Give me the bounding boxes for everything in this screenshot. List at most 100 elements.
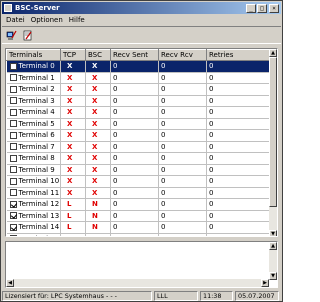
bsc-status: N [92, 223, 98, 232]
tcp-status: X [67, 165, 73, 174]
menu-datei[interactable]: Datei [6, 16, 25, 24]
bsc-status-cell: X [85, 60, 111, 73]
maximize-button[interactable]: □ [257, 3, 267, 13]
col-tcp[interactable]: TCP [60, 49, 86, 61]
grid-vertical-scrollbar[interactable]: ▲ ▼ [269, 49, 277, 236]
table-row[interactable]: Terminal 11 X X 0 0 0 [6, 187, 271, 199]
table-row[interactable]: Terminal 9XX000 [6, 164, 271, 176]
bsc-status: X [92, 177, 98, 186]
bsc-status: N [92, 200, 98, 209]
table-row[interactable]: Terminal 15LN000 [6, 233, 271, 236]
log-vertical-scrollbar[interactable]: ▲ ▼ [269, 242, 277, 280]
recv-rcv-value: 0 [158, 175, 207, 188]
menu-bar: Datei Optionen Hilfe [2, 15, 281, 25]
terminal-name: Terminal 4 [18, 108, 55, 117]
recv-sent-value: 0 [110, 95, 159, 107]
recv-sent-value: 0 [110, 221, 159, 234]
scroll-up-button[interactable]: ▲ [269, 49, 277, 57]
table-row[interactable]: Terminal 0XX000 [6, 60, 271, 73]
terminal-checkbox[interactable] [9, 177, 17, 185]
recv-rcv-value: 0 [158, 187, 207, 199]
terminal-checkbox[interactable] [9, 223, 17, 231]
tcp-status: L [67, 211, 72, 220]
bsc-status: X [92, 73, 98, 82]
terminal-cell: Terminal 0 [6, 60, 61, 73]
terminal-checkbox[interactable] [9, 131, 17, 139]
bsc-status-cell: X [85, 164, 111, 176]
terminal-cell: Terminal 9 [6, 164, 61, 176]
scroll-down-button[interactable]: ▼ [269, 230, 277, 236]
retries-value: 0 [206, 210, 271, 222]
col-terminals[interactable]: Terminals [6, 49, 61, 61]
table-row[interactable]: Terminal 4XX000 [6, 106, 271, 119]
tcp-status: X [67, 142, 73, 151]
terminal-checkbox[interactable] [9, 97, 17, 105]
terminal-checkbox[interactable] [9, 235, 17, 236]
col-retries[interactable]: Retries [206, 49, 271, 61]
table-row[interactable]: Terminal 2XX000 [6, 83, 271, 96]
bsc-status: X [92, 62, 98, 71]
bsc-status-cell: X [85, 141, 111, 153]
terminal-checkbox[interactable] [9, 212, 17, 220]
tcp-status: X [67, 96, 73, 105]
terminal-name: Terminal 0 [18, 62, 55, 71]
table-row[interactable]: Terminal 5XX000 [6, 118, 271, 130]
col-recv-rcv[interactable]: Recv Rcv [158, 49, 207, 61]
terminal-checkbox[interactable] [9, 189, 17, 197]
terminal-checkbox[interactable] [9, 120, 17, 128]
log-scroll-down-button[interactable]: ▼ [269, 272, 277, 280]
log-scroll-right-button[interactable]: ▶ [261, 279, 269, 287]
log-scroll-up-button[interactable]: ▲ [269, 242, 277, 250]
app-icon[interactable] [4, 4, 12, 12]
title-bar[interactable]: BSC-Server _ □ × [2, 2, 281, 14]
menu-hilfe[interactable]: Hilfe [69, 16, 85, 24]
bsc-status: X [92, 119, 98, 128]
table-row[interactable]: Terminal 8XX000 [6, 152, 271, 165]
log-horizontal-scrollbar[interactable]: ◀ ▶ [6, 279, 269, 287]
status-time: 11:38 [200, 291, 233, 301]
table-row[interactable]: Terminal 3XX000 [6, 95, 271, 107]
terminal-name: Terminal 8 [18, 154, 55, 163]
terminal-checkbox[interactable] [9, 74, 17, 82]
table-row[interactable]: Terminal 1XX000 [6, 72, 271, 84]
col-recv-sent[interactable]: Recv Sent [110, 49, 159, 61]
tcp-status-cell: X [60, 83, 86, 96]
retries-value: 0 [206, 152, 271, 165]
bsc-status-cell: X [85, 83, 111, 96]
log-scroll-left-button[interactable]: ◀ [6, 279, 14, 287]
recv-sent-value: 0 [110, 106, 159, 119]
connect-button[interactable] [5, 28, 18, 42]
bsc-status: X [92, 188, 98, 197]
terminal-checkbox[interactable] [9, 85, 17, 93]
scroll-thumb[interactable] [269, 57, 277, 207]
minimize-button[interactable]: _ [246, 3, 256, 13]
table-row[interactable]: Terminal 13 L N 0 0 0 [6, 210, 271, 222]
log-pane[interactable]: ▲ ▼ ◀ ▶ [5, 241, 278, 288]
terminal-checkbox[interactable] [9, 108, 17, 116]
terminal-table: Terminals TCP BSC Recv Sent Recv Rcv Ret… [6, 49, 271, 236]
terminal-checkbox[interactable] [9, 154, 17, 162]
terminal-checkbox[interactable] [9, 200, 17, 208]
menu-optionen[interactable]: Optionen [31, 16, 63, 24]
bsc-status: N [88, 235, 98, 236]
tcp-status-cell: X [60, 60, 86, 73]
recv-rcv-value: 0 [158, 164, 207, 176]
terminal-checkbox[interactable] [9, 166, 17, 174]
table-row[interactable]: Terminal 12 L N 0 0 0 [6, 198, 271, 211]
table-row[interactable]: Terminal 6XX000 [6, 129, 271, 142]
recv-sent-value: 0 [110, 72, 159, 84]
recv-rcv-value: 0 [158, 106, 207, 119]
terminal-cell: Terminal 5 [6, 118, 61, 130]
terminal-checkbox[interactable] [9, 62, 17, 70]
col-bsc[interactable]: BSC [85, 49, 111, 61]
table-row[interactable]: Terminal 14 L N 0 0 0 [6, 221, 271, 234]
tcp-status: X [67, 119, 73, 128]
table-row[interactable]: Terminal 7XX000 [6, 141, 271, 153]
table-row[interactable]: Terminal 10 X X 0 0 0 [6, 175, 271, 188]
close-button[interactable]: × [269, 3, 279, 13]
terminal-grid[interactable]: Terminals TCP BSC Recv Sent Recv Rcv Ret… [5, 48, 278, 237]
retries-value: 0 [206, 233, 271, 236]
terminal-checkbox[interactable] [9, 143, 17, 151]
settings-button[interactable] [21, 28, 34, 42]
tcp-status-cell: X [60, 129, 86, 142]
